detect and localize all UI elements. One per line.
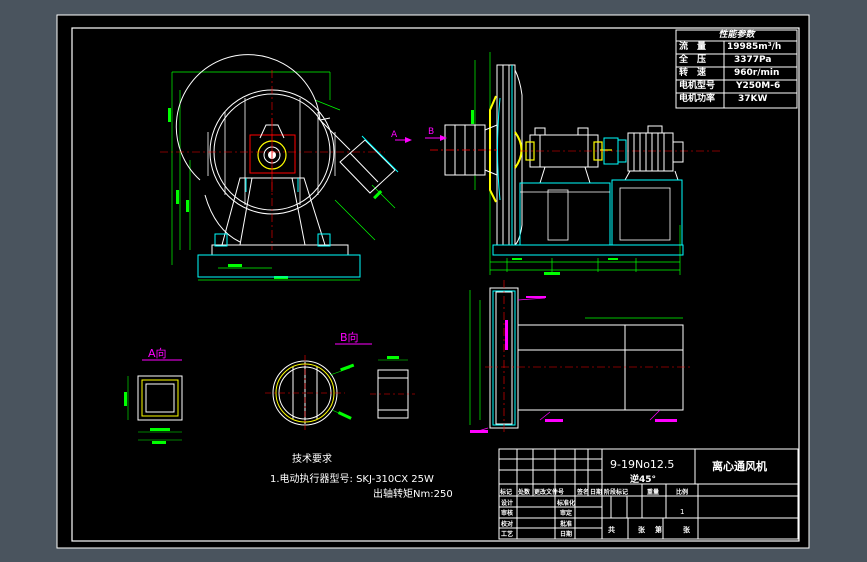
cad-viewport[interactable]: A B A向 B向 性能参数 流 量 19985m³/h 全 压 3377Pa … [0,0,867,562]
header-cell: 日期 [590,489,603,496]
role-mid-cell: 标准化 [557,500,576,507]
header-cell: 标记 [500,489,513,496]
role-cell: 设计 [501,500,514,507]
role-mid-cell: 日期 [560,531,573,538]
role-mid-cell: 批准 [560,521,573,528]
sheet-cell: 共 [608,526,615,534]
header-cell: 签名 [577,489,590,496]
drawing-name: 离心通风机 [712,460,767,473]
role-mid-cell: 审定 [560,510,573,517]
role-cell: 校对 [501,521,514,528]
rotation-direction: 逆45° [630,475,657,485]
stage-header-cell: 比例 [676,489,689,496]
scale-value: 1 [680,508,685,516]
header-cell: 更改文件号 [534,489,565,496]
role-cell: 工艺 [501,531,514,538]
model-number: 9-19No12.5 [610,458,675,471]
stage-header-cell: 重量 [647,489,660,496]
stage-header-cell: 阶段标记 [604,489,629,496]
header-cell: 处数 [518,489,531,496]
sheet-cell: 张 [683,526,690,534]
sheet-cell: 第 [655,526,662,534]
sheet-cell: 张 [638,526,645,534]
title-block-text: 9-19No12.5 逆45° 离心通风机 标记 处数 更改文件号 签名 日期 … [0,0,867,562]
role-cell: 审核 [501,510,514,517]
